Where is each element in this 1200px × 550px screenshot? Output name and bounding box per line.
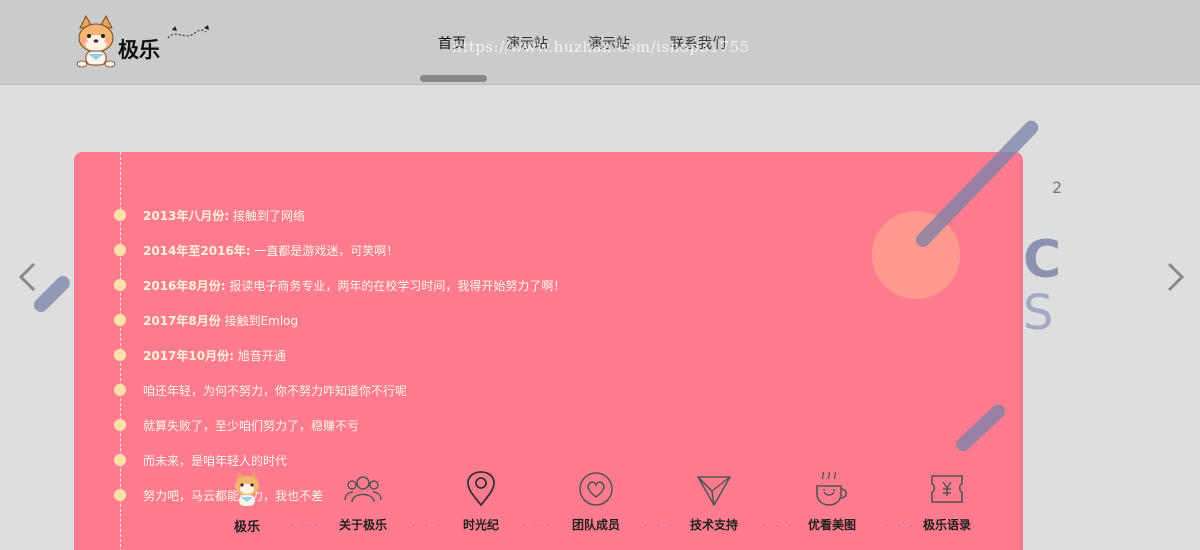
chevron-right-icon[interactable] [1163, 262, 1187, 292]
bottom-nav-item-support[interactable]: 技术支持 [679, 470, 749, 533]
bottom-nav-separator: · · · [522, 521, 553, 532]
bottom-nav: 极乐 · · · 关于极乐 · · · 时光纪 · · · 团队成员 · · · [220, 470, 1000, 540]
site-logo[interactable]: 极乐 [74, 14, 214, 72]
bottom-nav-item-quotes[interactable]: 极乐语录 [912, 470, 982, 533]
bottom-nav-label: 极乐 [233, 520, 260, 535]
bottom-nav-label: 团队成员 [571, 518, 620, 532]
bottom-nav-item-jile[interactable]: 极乐 [212, 470, 282, 535]
butterfly-doodle-icon [167, 25, 209, 39]
logo-text: 极乐 [118, 37, 160, 62]
bottom-nav-label: 关于极乐 [338, 518, 387, 532]
timeline-text: 接触到了网络 [229, 208, 306, 223]
background-letter-c: C [1023, 230, 1062, 290]
timeline-date: 2016年8月份: [143, 278, 226, 293]
timeline-item: 2014年至2016年: 一直都是游戏迷，可笑啊！ [114, 240, 398, 260]
timeline-date: 2013年八月份: [143, 208, 230, 223]
timeline-dot [114, 384, 126, 396]
background-letter-s: S [1023, 285, 1054, 341]
timeline-text: 旭音开通 [233, 348, 286, 363]
timeline-text: 一直都是游戏迷，可笑啊！ [250, 243, 399, 258]
bottom-nav-label: 时光纪 [462, 518, 499, 532]
bottom-nav-label: 技术支持 [689, 518, 738, 532]
timeline-date: 2014年至2016年: [143, 243, 251, 258]
timeline-text: 就算失败了，至少咱们努力了，稳赚不亏 [143, 418, 360, 433]
timeline-text: 接触到Emlog [220, 313, 299, 328]
bottom-nav-label: 优看美图 [807, 518, 856, 532]
header: 极乐 首页 演示站 演示站 联系我们 https://www.huzhan.co… [0, 0, 1200, 85]
bottom-nav-item-about[interactable]: 关于极乐 [328, 470, 398, 533]
timeline-dot [114, 314, 126, 326]
timeline-text: 报读电子商务专业，两年的在校学习时间，我得开始努力了啊！ [225, 278, 566, 293]
background-tick: 2 [1052, 178, 1063, 197]
bottom-nav-separator: · · · [290, 521, 321, 532]
timeline-dot [114, 349, 126, 361]
shiba-logo-icon [76, 14, 116, 68]
bottom-nav-item-timeline[interactable]: 时光纪 [446, 470, 516, 533]
timeline-dot [114, 244, 126, 256]
timeline-text: 咱还年轻，为何不努力，你不努力咋知道你不行呢 [143, 383, 408, 398]
timeline-date: 2017年10月份: [143, 348, 234, 363]
shiba-avatar-icon [235, 472, 259, 506]
timeline-dot [114, 209, 126, 221]
location-pin-icon [467, 471, 495, 507]
bottom-nav-item-team[interactable]: 团队成员 [561, 470, 631, 533]
timeline-item: 2013年八月份: 接触到了网络 [114, 205, 305, 225]
ticket-yen-icon [931, 475, 963, 503]
bottom-nav-separator: · · · [763, 521, 794, 532]
paper-plane-icon [697, 476, 731, 506]
timeline-item: 2017年8月份 接触到Emlog [114, 310, 298, 330]
timeline-item: 2016年8月份: 报读电子商务专业，两年的在校学习时间，我得开始努力了啊！ [114, 275, 565, 295]
timeline-item: 而未来，是咱年轻人的时代 [114, 450, 287, 470]
bottom-nav-label: 极乐语录 [922, 518, 971, 532]
bottom-nav-item-gallery[interactable]: 优看美图 [797, 470, 867, 533]
chevron-left-icon[interactable] [16, 262, 40, 292]
bottom-nav-separator: · · · [644, 521, 675, 532]
nav-active-indicator [420, 75, 487, 82]
timeline-dot [114, 454, 126, 466]
timeline-dot [114, 419, 126, 431]
timeline-date: 2017年8月份 [143, 313, 221, 328]
watermark-text: https://www.huzhan.com/ishop31755 [452, 38, 750, 56]
timeline-dot [114, 279, 126, 291]
timeline-text: 而未来，是咱年轻人的时代 [143, 453, 288, 468]
coffee-cup-icon [816, 471, 848, 506]
timeline-item: 就算失败了，至少咱们努力了，稳赚不亏 [114, 415, 359, 435]
heart-circle-icon [579, 472, 613, 506]
timeline-item: 咱还年轻，为何不努力，你不努力咋知道你不行呢 [114, 380, 407, 400]
timeline-dot [114, 489, 126, 501]
users-icon [344, 476, 382, 503]
timeline-item: 2017年10月份: 旭音开通 [114, 345, 286, 365]
bottom-nav-separator: · · · [412, 521, 443, 532]
